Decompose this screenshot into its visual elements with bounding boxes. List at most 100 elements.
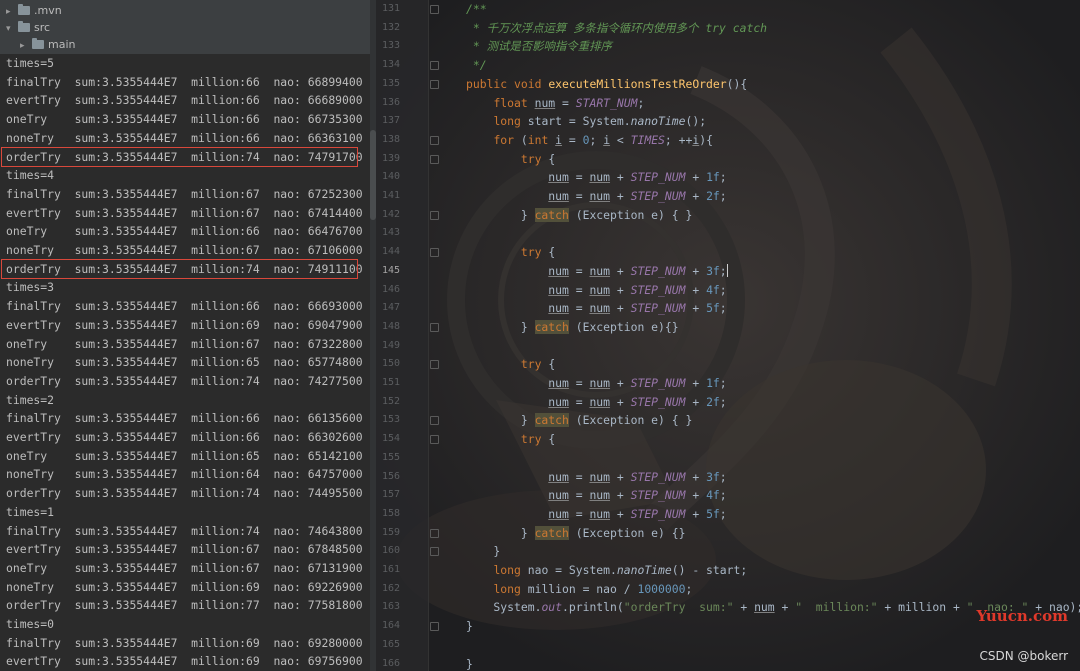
code-token: 4f xyxy=(706,282,720,297)
fold-marker-icon[interactable] xyxy=(430,61,439,71)
line-number: 138 xyxy=(381,133,400,145)
code-line: try { xyxy=(466,430,555,449)
code-token: int xyxy=(527,132,556,147)
code-token: + xyxy=(685,469,707,484)
code-token: STEP_NUM xyxy=(630,189,686,203)
fold-marker-icon[interactable] xyxy=(430,547,439,557)
code-token: STEP_NUM xyxy=(630,282,686,297)
line-number: 157 xyxy=(381,489,400,501)
code-token: num xyxy=(589,394,611,409)
line-number: 147 xyxy=(381,302,400,314)
tree-item-mvn[interactable]: ▸ .mvn xyxy=(6,2,62,19)
text-caret xyxy=(726,263,728,277)
fold-marker-icon[interactable] xyxy=(430,135,439,145)
code-token: { xyxy=(548,357,556,372)
author-watermark: CSDN @bokerr xyxy=(979,649,1068,663)
code-token: = xyxy=(568,189,590,203)
line-number: 153 xyxy=(381,414,400,426)
fold-marker-icon[interactable] xyxy=(430,322,439,332)
code-token: try xyxy=(520,357,549,372)
code-token: + xyxy=(610,469,631,484)
code-line: try { xyxy=(466,355,555,374)
console-line: oneTry sum:3.5355444E7 million:66 nao: 6… xyxy=(6,224,363,239)
console-line: evertTry sum:3.5355444E7 million:69 nao:… xyxy=(6,654,363,669)
fold-marker-icon[interactable] xyxy=(430,360,439,370)
fold-marker-icon[interactable] xyxy=(430,79,439,89)
code-line: * 测试是否影响指令重排序 xyxy=(466,37,612,56)
fold-marker-icon[interactable] xyxy=(430,210,439,220)
code-line: } xyxy=(466,617,473,636)
code-token: catch xyxy=(534,319,569,334)
fold-marker-icon[interactable] xyxy=(430,528,439,538)
highlighted-console-line: orderTry sum:3.5355444E7 million:74 nao:… xyxy=(1,258,363,279)
tree-item-main[interactable]: ▸ main xyxy=(20,36,75,53)
code-token: = xyxy=(568,263,590,278)
site-watermark: Yuucn.com xyxy=(976,607,1069,625)
code-token: 5f xyxy=(706,301,720,316)
code-token: = xyxy=(568,506,590,521)
code-token: 5f xyxy=(706,506,720,521)
code-line: num = num + STEP_NUM + 5f; xyxy=(466,299,726,318)
code-token: = xyxy=(568,170,590,185)
line-number: 161 xyxy=(381,564,400,575)
console-line: times=0 xyxy=(6,617,55,631)
code-token: (Exception e) { } xyxy=(568,207,693,222)
fold-marker-icon[interactable] xyxy=(430,416,439,426)
code-token: + xyxy=(610,189,631,203)
code-editor-pane[interactable]: 131 132 133 134 135 136 137 138 139 140 141 142 143 1… xyxy=(376,0,1080,671)
line-number: 160 xyxy=(381,545,400,557)
code-token: */ xyxy=(466,58,487,73)
code-line: } catch (Exception e) { } xyxy=(466,206,692,225)
code-token: num xyxy=(548,488,569,503)
code-token: + xyxy=(685,394,707,409)
code-token: 2f xyxy=(706,189,720,203)
code-token: } xyxy=(466,656,473,671)
code-token: 1000000 xyxy=(637,581,686,596)
fold-marker-icon[interactable] xyxy=(430,622,439,632)
code-token: (); xyxy=(685,114,707,129)
line-number: 136 xyxy=(381,96,400,108)
code-token: + million + xyxy=(877,600,967,615)
code-token: + xyxy=(610,301,631,316)
code-token: } xyxy=(466,619,473,634)
code-line: num = num + STEP_NUM + 1f; xyxy=(466,374,726,393)
tree-item-src[interactable]: ▾ src xyxy=(6,19,50,36)
run-console-pane: ▸ .mvn ▾ src ▸ main times=5 finalTry sum:3.5… xyxy=(0,0,376,671)
console-line: evertTry sum:3.5355444E7 million:67 nao:… xyxy=(6,205,363,220)
console-line: evertTry sum:3.5355444E7 million:66 nao:… xyxy=(6,430,363,444)
code-token: for xyxy=(493,132,521,147)
code-token: num xyxy=(548,282,569,297)
chevron-right-icon[interactable]: ▸ xyxy=(20,38,30,55)
code-line: /** xyxy=(466,0,487,19)
code-token: ; ++ xyxy=(664,132,693,147)
code-token: num xyxy=(589,189,611,203)
code-token: () - start; xyxy=(671,563,748,577)
code-line: try { xyxy=(466,243,555,262)
line-number: 155 xyxy=(381,451,400,463)
code-token: "orderTry sum:" xyxy=(623,600,734,615)
fold-marker-icon[interactable] xyxy=(430,248,439,258)
code-token: = xyxy=(568,488,590,503)
code-line: } xyxy=(466,542,500,561)
fold-marker-icon[interactable] xyxy=(430,154,439,164)
folder-icon xyxy=(32,38,44,49)
folder-icon xyxy=(18,21,30,32)
code-token: try xyxy=(520,151,549,166)
code-token: 3f xyxy=(706,263,720,278)
console-line: noneTry sum:3.5355444E7 million:67 nao: … xyxy=(6,243,363,257)
line-number: 166 xyxy=(381,657,400,669)
code-token: ; xyxy=(719,189,727,203)
fold-marker-icon[interactable] xyxy=(430,5,439,14)
fold-marker-icon[interactable] xyxy=(430,435,439,445)
chevron-down-icon[interactable]: ▾ xyxy=(6,21,16,38)
code-token: /** xyxy=(466,2,487,16)
code-token: STEP_NUM xyxy=(630,506,686,521)
code-token: ( xyxy=(520,132,528,147)
code-token: * 测试是否影响指令重排序 xyxy=(466,39,612,54)
folder-icon xyxy=(18,4,30,15)
